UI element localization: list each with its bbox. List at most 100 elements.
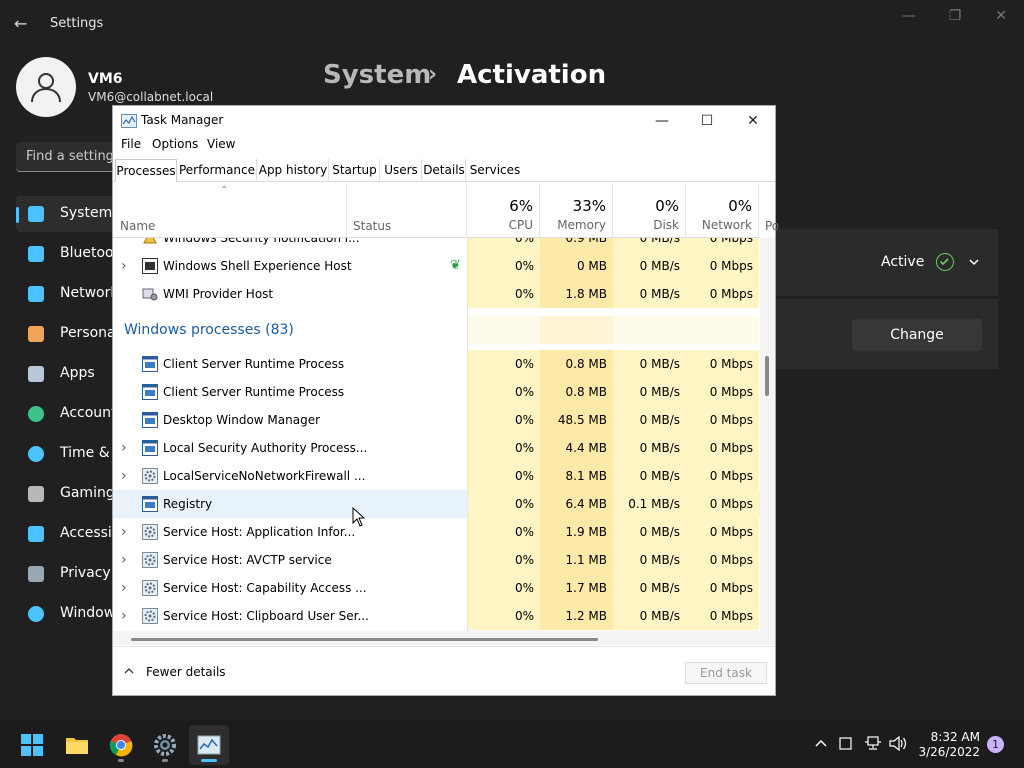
file-explorer-icon[interactable]: [65, 733, 89, 757]
search-input[interactable]: Find a setting: [16, 142, 116, 172]
process-disk: 0 MB/s: [639, 259, 680, 273]
settings-close-icon[interactable]: ✕: [986, 6, 1016, 26]
gear-icon: [142, 524, 158, 540]
sidebar-item-network[interactable]: Network & internet: [16, 276, 194, 312]
expand-chevron-icon[interactable]: ›: [121, 462, 131, 490]
table-row[interactable]: › Service Host: Capability Access ... 0% 1.…: [113, 574, 760, 602]
sidebar-item-system[interactable]: System: [16, 196, 116, 232]
horizontal-scrollbar-thumb[interactable]: [131, 638, 598, 641]
chevron-up-tray-icon[interactable]: [814, 738, 828, 748]
process-mem: 1.2 MB: [565, 609, 607, 623]
tab-performance[interactable]: Performance: [178, 159, 257, 181]
gamepad-icon: [28, 486, 44, 502]
column-cpu[interactable]: 6% CPU: [467, 183, 540, 238]
expand-chevron-icon[interactable]: ›: [121, 434, 131, 462]
process-cpu: 0%: [514, 609, 534, 623]
table-row[interactable]: › Service Host: Application Infor... 0% 1.9…: [113, 518, 760, 546]
tab-app-history[interactable]: App history: [258, 159, 329, 181]
page-title: Activation: [457, 60, 607, 90]
sidebar-item-personalization[interactable]: Personalization: [16, 316, 166, 352]
expand-chevron-icon[interactable]: ›: [121, 518, 131, 546]
tab-startup[interactable]: Startup: [330, 159, 380, 181]
table-row[interactable]: Desktop Window Manager 0% 48.5 MB 0 MB/s 0 M…: [113, 406, 760, 434]
network-icon[interactable]: [864, 736, 882, 751]
menu-view[interactable]: View: [207, 137, 235, 151]
process-list: Windows Security notification i... 0% 0.9 …: [113, 238, 760, 631]
table-row[interactable]: Windows Security notification i... 0% 0.9 …: [113, 238, 760, 252]
process-name: Client Server Runtime Process: [163, 357, 345, 371]
table-row[interactable]: › Service Host: Clipboard User Ser... 0% 1.…: [113, 602, 760, 630]
shield-icon: [28, 566, 44, 582]
sidebar-item-time[interactable]: Time & language: [16, 436, 179, 472]
group-header[interactable]: Windows processes (83): [113, 316, 760, 344]
sidebar-item-accounts[interactable]: Accounts: [16, 396, 124, 432]
process-cpu: 0%: [514, 497, 534, 511]
chevron-up-icon[interactable]: [124, 667, 134, 675]
expand-chevron-icon[interactable]: ›: [121, 602, 131, 630]
mouse-cursor-icon: [352, 507, 366, 527]
column-memory[interactable]: 33% Memory: [540, 183, 613, 238]
clock[interactable]: 8:32 AM 3/26/2022: [910, 730, 980, 760]
task-manager-icon[interactable]: [197, 733, 221, 757]
column-status[interactable]: Status: [347, 183, 467, 238]
back-arrow-icon[interactable]: ←: [14, 14, 36, 34]
settings-running-indicator: [162, 759, 168, 762]
vertical-scrollbar-track[interactable]: [760, 238, 775, 631]
maximize-icon[interactable]: ☐: [685, 109, 729, 133]
sidebar-item-windows[interactable]: Windows Update: [16, 596, 178, 632]
table-row[interactable]: Client Server Runtime Process 0% 0.8 MB 0 M…: [113, 350, 760, 378]
table-row[interactable]: WMI Provider Host 0% 1.8 MB 0 MB/s 0 Mbps: [113, 280, 760, 308]
table-row[interactable]: Registry 0% 6.4 MB 0.1 MB/s 0 Mbps: [113, 490, 760, 518]
expand-chevron-icon[interactable]: ›: [121, 252, 131, 280]
process-name: Service Host: Capability Access ...: [163, 581, 367, 595]
process-cpu: 0%: [514, 525, 534, 539]
column-disk[interactable]: 0% Disk: [613, 183, 686, 238]
tab-details[interactable]: Details: [423, 159, 466, 181]
table-row[interactable]: › Service Host: AVCTP service 0% 1.1 MB 0 MB…: [113, 546, 760, 574]
change-product-key-button[interactable]: Change: [852, 319, 982, 351]
sidebar-item-gaming[interactable]: Gaming: [16, 476, 116, 512]
clock-icon: [28, 446, 44, 462]
tab-users[interactable]: Users: [381, 159, 422, 181]
menu-file[interactable]: File: [121, 137, 141, 151]
monitor-icon: [28, 206, 44, 222]
expand-chevron-icon[interactable]: ›: [121, 574, 131, 602]
settings-minimize-icon[interactable]: —: [894, 6, 924, 26]
sidebar-item-bluetooth[interactable]: Bluetooth & devices: [16, 236, 201, 272]
column-name[interactable]: ⌃ Name: [113, 183, 347, 238]
process-net: 0 Mbps: [709, 525, 753, 539]
process-net: 0 Mbps: [709, 553, 753, 567]
chevron-down-icon[interactable]: [968, 256, 980, 268]
chrome-icon[interactable]: [109, 733, 133, 757]
table-row[interactable]: › LocalServiceNoNetworkFirewall ... 0% 8.1 …: [113, 462, 760, 490]
column-network[interactable]: 0% Network: [686, 183, 759, 238]
process-net: 0 Mbps: [709, 469, 753, 483]
tab-services[interactable]: Services: [467, 159, 523, 181]
sidebar-item-apps[interactable]: Apps: [16, 356, 116, 392]
settings-icon[interactable]: [153, 733, 177, 757]
end-task-button[interactable]: End task: [685, 662, 767, 684]
settings-title: Settings: [50, 16, 104, 31]
column-power-label[interactable]: Po: [765, 219, 779, 233]
vertical-scrollbar-thumb[interactable]: [765, 356, 769, 396]
notification-badge[interactable]: 1: [987, 736, 1004, 753]
close-icon[interactable]: ✕: [731, 109, 775, 133]
fewer-details-link[interactable]: Fewer details: [146, 665, 226, 679]
menu-options[interactable]: Options: [152, 137, 198, 151]
sidebar-item-privacy[interactable]: Privacy & security: [16, 556, 186, 592]
start-icon[interactable]: [20, 733, 44, 757]
settings-restore-icon[interactable]: ❐: [940, 6, 970, 26]
column-network-label: Network: [701, 218, 752, 232]
minimize-icon[interactable]: —: [640, 109, 684, 133]
expand-chevron-icon[interactable]: ›: [121, 546, 131, 574]
process-mem: 0 MB: [576, 259, 607, 273]
table-row[interactable]: › Windows Shell Experience Host ❦ 0% 0 MB 0 M…: [113, 252, 760, 280]
table-row[interactable]: Client Server Runtime Process 0% 0.8 MB 0 M…: [113, 378, 760, 406]
sidebar-item-accessibility[interactable]: Accessibility: [16, 516, 146, 552]
breadcrumb-parent[interactable]: System: [323, 58, 431, 92]
avatar: [16, 57, 76, 117]
tab-processes[interactable]: Processes: [115, 159, 177, 182]
table-row[interactable]: › Local Security Authority Process... 0% 4.…: [113, 434, 760, 462]
tablet-icon[interactable]: [839, 737, 852, 750]
volume-icon[interactable]: [889, 736, 907, 751]
